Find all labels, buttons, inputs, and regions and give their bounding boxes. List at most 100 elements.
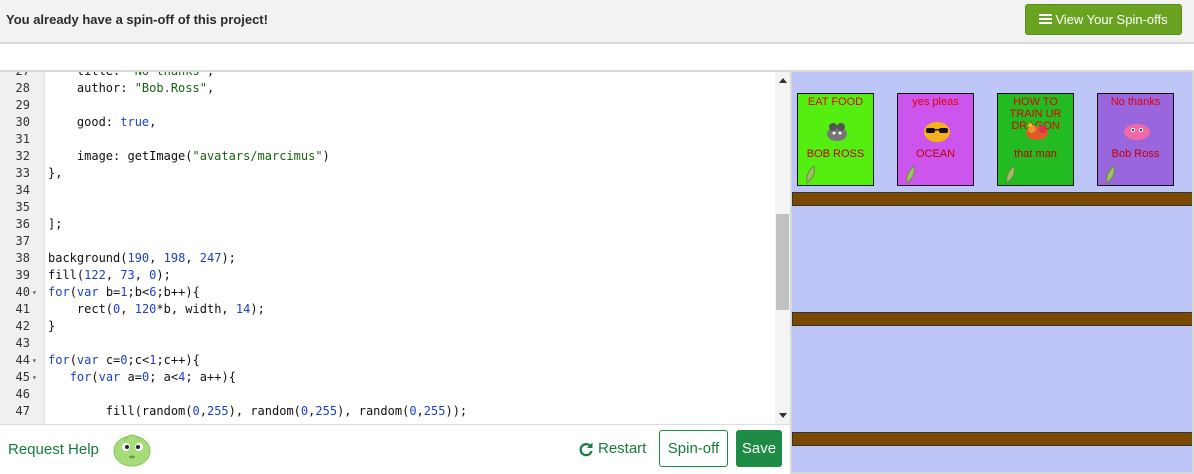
scrollbar-thumb[interactable]: [776, 214, 789, 310]
line-number: 47: [15, 404, 30, 418]
fold-toggle-icon[interactable]: ▾: [32, 369, 37, 386]
code-text: title: "No thanks",: [48, 70, 215, 78]
code-text: background(190, 198, 247);: [48, 251, 236, 265]
line-number: 36: [15, 217, 30, 231]
card-author: BOB ROSS: [806, 148, 865, 160]
line-number: 42: [15, 319, 30, 333]
line-number: 38: [15, 251, 30, 265]
shelf: [792, 192, 1192, 206]
spinoff-banner: You already have a spin-off of this proj…: [0, 0, 1194, 44]
code-text: for(var a=0; a<4; a++){: [69, 370, 236, 384]
code-text: good: true,: [48, 115, 157, 129]
scroll-up-icon[interactable]: [779, 78, 787, 83]
card-author: that man: [1014, 148, 1057, 160]
view-spinoffs-label: View Your Spin-offs: [1055, 12, 1168, 27]
banner-message: You already have a spin-off of this proj…: [6, 12, 268, 27]
leaf-icon: [806, 165, 815, 184]
code-text: author: "Bob.Ross",: [48, 81, 215, 95]
view-spinoffs-button[interactable]: View Your Spin-offs: [1025, 4, 1182, 35]
code-line[interactable]: 43: [0, 335, 775, 352]
restart-button[interactable]: Restart: [578, 440, 646, 457]
code-line[interactable]: 36];: [0, 216, 775, 233]
line-number: 46: [15, 387, 30, 401]
line-number: 32: [15, 149, 30, 163]
card-title: yes pleas: [912, 96, 959, 108]
line-number: 29: [15, 98, 30, 112]
code-line[interactable]: 35: [0, 199, 775, 216]
card-title: No thanks: [1110, 96, 1161, 108]
leaf-icon: [906, 165, 915, 184]
leaf-icon: [1106, 165, 1115, 184]
line-number: 40: [15, 285, 30, 299]
request-help-link[interactable]: Request Help: [8, 441, 99, 458]
code-text: },: [48, 166, 63, 180]
line-number: 34: [15, 183, 30, 197]
code-text: ];: [48, 217, 63, 231]
code-line[interactable]: 44 ▾ for(var c=0;c<1;c++){: [0, 352, 775, 369]
pink-creature-icon: [1124, 124, 1150, 140]
spinoff-button[interactable]: Spin-off: [659, 430, 728, 467]
code-line[interactable]: 45 ▾ for(var a=0; a<4; a++){: [0, 369, 775, 386]
code-text: rect(0, 120*b, width, 14);: [48, 302, 265, 316]
code-line[interactable]: 34: [0, 182, 775, 199]
line-number: 45: [15, 370, 30, 384]
shelf: [792, 312, 1192, 326]
fold-toggle-icon[interactable]: ▾: [32, 284, 37, 301]
code-text: for(var c=0;c<1;c++){: [48, 353, 200, 367]
code-line[interactable]: 33},: [0, 165, 775, 182]
line-number: 35: [15, 200, 30, 214]
scroll-down-icon[interactable]: [779, 413, 787, 418]
line-number: 39: [15, 268, 30, 282]
code-line[interactable]: 30 good: true,: [0, 114, 775, 131]
refresh-icon: [579, 442, 593, 456]
shelf: [792, 432, 1192, 446]
code-line[interactable]: 27 title: "No thanks",: [0, 70, 775, 80]
project-card: yes pleas OCEAN: [897, 93, 974, 186]
line-number: 43: [15, 336, 30, 350]
line-number: 41: [15, 302, 30, 316]
restart-label: Restart: [598, 440, 647, 457]
card-author: OCEAN: [915, 148, 956, 160]
code-line[interactable]: 42}: [0, 318, 775, 335]
mascot-avatar-icon: [113, 434, 151, 467]
code-area[interactable]: 27 title: "No thanks", 28 author: "Bob.Ro…: [0, 70, 775, 420]
project-card: EAT FOOD BOB ROSS: [797, 93, 874, 186]
code-line[interactable]: 31: [0, 131, 775, 148]
line-number: 27: [15, 70, 30, 78]
code-line[interactable]: 28 author: "Bob.Ross",: [0, 80, 775, 97]
code-line[interactable]: 37: [0, 233, 775, 250]
code-line[interactable]: 47 fill(random(0,255), random(0,255), ra…: [0, 403, 775, 420]
code-text: fill(random(0,255), random(0,255), rando…: [48, 404, 468, 418]
code-text: fill(122, 73, 0);: [48, 268, 171, 282]
code-text: image: getImage("avatars/marcimus"): [48, 149, 330, 163]
line-number: 31: [15, 132, 30, 146]
code-text: }: [48, 319, 56, 333]
line-number: 44: [15, 353, 30, 367]
grey-creature-icon: [827, 123, 847, 141]
project-card: No thanks Bob Ross: [1097, 93, 1174, 186]
code-line[interactable]: 39 fill(122, 73, 0);: [0, 267, 775, 284]
code-line[interactable]: 38 background(190, 198, 247);: [0, 250, 775, 267]
fold-toggle-icon[interactable]: ▾: [32, 352, 37, 369]
code-line[interactable]: 46: [0, 386, 775, 403]
code-line[interactable]: 41 rect(0, 120*b, width, 14);: [0, 301, 775, 318]
card-title: EAT FOOD: [807, 96, 864, 108]
line-number: 28: [15, 81, 30, 95]
code-line[interactable]: 32 image: getImage("avatars/marcimus"): [0, 148, 775, 165]
code-editor[interactable]: 27 title: "No thanks", 28 author: "Bob.Ro…: [0, 70, 790, 424]
project-card: HOW TO TRAIN UR DRAGON that man: [997, 93, 1074, 186]
card-author: Bob Ross: [1111, 148, 1160, 160]
line-number: 33: [15, 166, 30, 180]
leaf-icon: [1006, 165, 1015, 184]
save-button[interactable]: Save: [736, 430, 782, 467]
code-text: for(var b=1;b<6;b++){: [48, 285, 200, 299]
line-number: 37: [15, 234, 30, 248]
editor-toolbar: Request Help Restart Spin-off Save: [0, 424, 790, 474]
code-line[interactable]: 40 ▾ for(var b=1;b<6;b++){: [0, 284, 775, 301]
output-canvas[interactable]: EAT FOOD BOB ROSS yes pleas OCEAN HOW TO TRA…: [790, 70, 1194, 474]
sunglasses-creature-icon: [924, 122, 950, 142]
dragon-creature-icon: [1026, 122, 1048, 140]
list-icon: [1039, 14, 1053, 25]
line-number: 30: [15, 115, 30, 129]
code-line[interactable]: 29: [0, 97, 775, 114]
